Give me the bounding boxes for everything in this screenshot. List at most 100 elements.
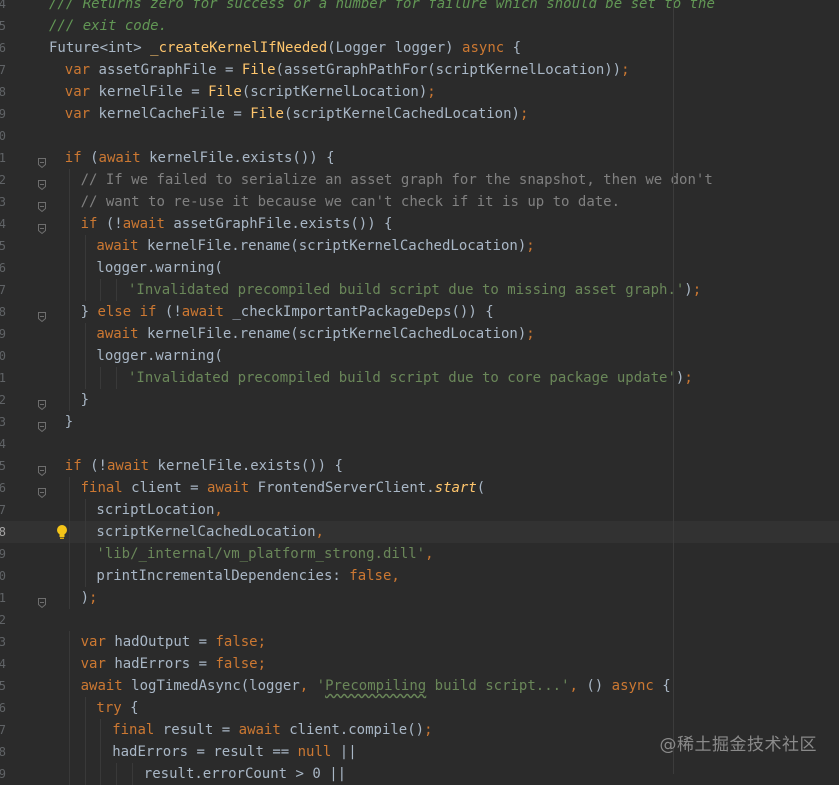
code-line[interactable]: 2 // If we failed to serialize an asset g… [0, 169, 839, 191]
code-line[interactable]: 3 // want to re-use it because we can't c… [0, 191, 839, 213]
code-line[interactable]: 4 /// Returns zero for success or a numbe… [0, 0, 839, 15]
code-token: , [214, 502, 223, 518]
code-line[interactable]: 0 logger.warning( [0, 345, 839, 367]
code-text: await kernelFile.rename(scriptKernelCach… [96, 235, 534, 257]
code-token: ; [692, 282, 702, 298]
code-token: } [80, 304, 98, 320]
code-line[interactable]: 6 logger.warning( [0, 257, 839, 279]
code-line[interactable]: 6 Future<int> _createKernelIfNeeded(Logge… [0, 37, 839, 59]
line-number: 9 [0, 327, 6, 341]
code-token: || [331, 744, 357, 760]
code-token: await [106, 458, 150, 474]
code-token: File [208, 84, 242, 100]
fold-marker-icon[interactable] [38, 219, 46, 235]
indent-guide [100, 741, 102, 763]
line-number: 8 [0, 85, 6, 99]
code-token: scriptLocation [96, 502, 215, 518]
code-text: var assetGraphFile = File(assetGraphPath… [65, 59, 630, 81]
code-line[interactable]: 9 'lib/_internal/vm_platform_strong.dill'… [0, 543, 839, 565]
code-line[interactable]: 1); [0, 587, 839, 609]
code-token: ; [519, 106, 529, 122]
code-text: Future<int> _createKernelIfNeeded(Logger… [49, 37, 521, 59]
code-line[interactable]: 8} else if (!await _checkImportantPackag… [0, 301, 839, 323]
fold-marker-icon[interactable] [38, 593, 46, 609]
code-line[interactable]: 2 [0, 609, 839, 631]
code-line[interactable]: 5 await logTimedAsync(logger, 'Precompili… [0, 675, 839, 697]
code-line[interactable]: 1 'Invalidated precompiled build script d… [0, 367, 839, 389]
line-number: 1 [0, 371, 6, 385]
code-line[interactable]: 4 if (!await assetGraphFile.exists()) { [0, 213, 839, 235]
code-line[interactable]: 0 [0, 125, 839, 147]
fold-marker-icon[interactable] [38, 307, 46, 323]
indent-guide [68, 741, 70, 763]
code-token: printIncrementalDependencies: [96, 568, 350, 584]
code-line[interactable]: 1 if (await kernelFile.exists()) { [0, 147, 839, 169]
indent-guide [68, 697, 70, 719]
code-line[interactable]: 7 scriptLocation, [0, 499, 839, 521]
indent-guide [68, 191, 70, 213]
code-line[interactable]: 6 final client = await FrontendServerClie… [0, 477, 839, 499]
line-number: 9 [0, 547, 6, 561]
code-line[interactable]: 0 printIncrementalDependencies: false, [0, 565, 839, 587]
code-line[interactable]: 4 var hadErrors = false; [0, 653, 839, 675]
indent-guide [68, 521, 70, 543]
code-token: (assetGraphPathFor(scriptKernelLocation)… [275, 62, 622, 78]
indent-guide [100, 279, 102, 301]
code-text: // If we failed to serialize an asset gr… [81, 169, 713, 191]
code-line[interactable]: 2} [0, 389, 839, 411]
code-token: await [207, 480, 250, 496]
line-number: 5 [0, 19, 6, 33]
indent-guide [84, 697, 86, 719]
code-text: result.errorCount > 0 || [144, 763, 346, 785]
code-token: () [586, 678, 612, 694]
code-line[interactable]: 8 var kernelFile = File(scriptKernelLocat… [0, 81, 839, 103]
code-line[interactable]: 8 scriptKernelCachedLocation, [0, 521, 839, 543]
code-token: ( [476, 480, 486, 496]
fold-marker-icon[interactable] [38, 483, 46, 499]
fold-marker-icon[interactable] [38, 417, 46, 433]
code-line[interactable]: 9 result.errorCount > 0 || [0, 763, 839, 785]
code-line[interactable]: 4 [0, 433, 839, 455]
code-token: ; [424, 722, 433, 738]
code-token: client = [122, 480, 208, 496]
indent-guide [84, 719, 86, 741]
code-line[interactable]: 5 /// exit code. [0, 15, 839, 37]
code-text: var hadOutput = false; [81, 631, 266, 653]
line-number: 9 [0, 107, 6, 121]
code-text: logger.warning( [96, 257, 222, 279]
indent-guide [68, 345, 70, 367]
code-token: FrontendServerClient. [249, 480, 435, 496]
code-token: false, [349, 568, 400, 584]
code-text: // want to re-use it because we can't ch… [81, 191, 620, 213]
code-line[interactable]: 9 await kernelFile.rename(scriptKernelCac… [0, 323, 839, 345]
fold-marker-icon[interactable] [38, 461, 46, 477]
code-line[interactable]: 5 if (!await kernelFile.exists()) { [0, 455, 839, 477]
lightbulb-intention-icon[interactable] [56, 524, 68, 540]
fold-marker-icon[interactable] [38, 197, 46, 213]
code-line[interactable]: 7 var assetGraphFile = File(assetGraphPat… [0, 59, 839, 81]
code-text: if (await kernelFile.exists()) { [65, 147, 335, 169]
code-line[interactable]: 9 var kernelCacheFile = File(scriptKernel… [0, 103, 839, 125]
line-number: 8 [0, 745, 6, 759]
code-line[interactable]: 3 var hadOutput = false; [0, 631, 839, 653]
code-token: 'Invalidated precompiled build script du… [128, 282, 685, 298]
code-line[interactable]: 7 'Invalidated precompiled build script d… [0, 279, 839, 301]
code-editor[interactable]: 4 /// Returns zero for success or a numbe… [0, 0, 839, 785]
code-line[interactable]: 3} [0, 411, 839, 433]
fold-marker-icon[interactable] [38, 395, 46, 411]
code-token: result.errorCount > 0 || [143, 766, 347, 782]
line-number: 2 [0, 393, 6, 407]
code-line[interactable]: 6 try { [0, 697, 839, 719]
fold-marker-icon[interactable] [38, 153, 46, 169]
code-text: await kernelFile.rename(scriptKernelCach… [96, 323, 534, 345]
code-token: build script...' [426, 678, 570, 694]
code-token: /// Returns zero for success or a number… [49, 0, 715, 12]
code-token: hadErrors = result == [112, 744, 298, 760]
fold-marker-icon[interactable] [38, 175, 46, 191]
code-token: _checkImportantPackageDeps()) { [223, 304, 494, 320]
indent-guide [116, 279, 118, 301]
code-text: final client = await FrontendServerClien… [81, 477, 486, 499]
indent-guide [68, 719, 70, 741]
code-line[interactable]: 5 await kernelFile.rename(scriptKernelCac… [0, 235, 839, 257]
line-number: 9 [0, 767, 6, 781]
